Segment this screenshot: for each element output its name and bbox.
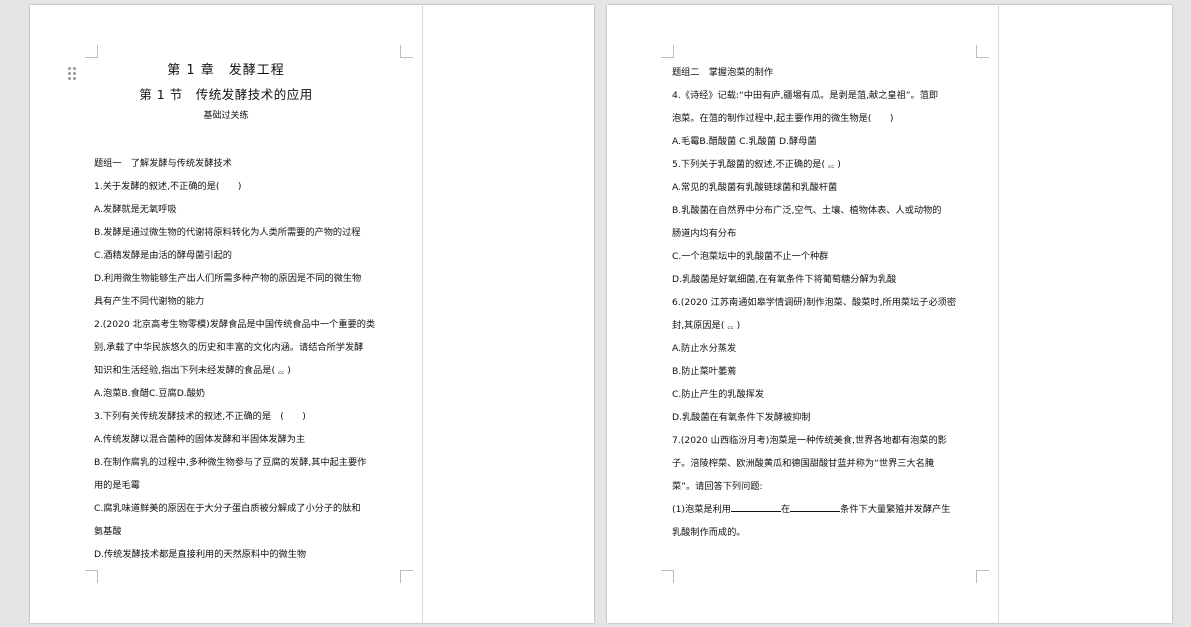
text-line: C.酒精发酵是由活的酵母菌引起的 [94, 250, 232, 261]
margin-corner-mark [400, 45, 413, 58]
text-line: D.传统发酵技术都是直接利用的天然原料中的微生物 [94, 549, 307, 560]
margin-corner-mark [661, 570, 674, 583]
q7-prefix: (1)泡菜是利用 [672, 504, 731, 515]
text-line: 题组一 了解发酵与传统发酵技术 [94, 158, 232, 169]
text-line: A.传统发酵以混合菌种的固体发酵和半固体发酵为主 [94, 434, 306, 445]
margin-corner-mark [661, 45, 674, 58]
document-page-1: 第 1 章 发酵工程 第 1 节 传统发酵技术的应用 基础过关练 题组一 了解发… [30, 5, 594, 623]
page-2-body-text[interactable]: 题组二 掌握泡菜的制作 4.《诗经》记载:“中田有庐,疆埸有瓜。是剥是菹,献之皇… [672, 61, 984, 544]
text-line: 别,承载了中华民族悠久的历史和丰富的文化内涵。请结合所学发酵 [94, 342, 364, 353]
document-page-2: 题组二 掌握泡菜的制作 4.《诗经》记载:“中田有庐,疆埸有瓜。是剥是菹,献之皇… [607, 5, 1172, 623]
margin-corner-mark [85, 45, 98, 58]
text-line: B.乳酸菌在自然界中分布广泛,空气、土壤、植物体表、人或动物的 [672, 205, 942, 216]
text-line: 肠道内均有分布 [672, 228, 737, 239]
text-line: B.发酵是通过微生物的代谢将原料转化为人类所需要的产物的过程 [94, 227, 361, 238]
page-margin-guide [998, 5, 999, 623]
text-line: B.在制作腐乳的过程中,多种微生物参与了豆腐的发酵,其中起主要作 [94, 457, 367, 468]
text-line: 菜”。请回答下列问题: [672, 481, 763, 492]
page-1-body-text[interactable]: 题组一 了解发酵与传统发酵技术 1.关于发酵的叙述,不正确的是( ) A.发酵就… [94, 152, 406, 566]
text-line: 泡菜。在菹的制作过程中,起主要作用的微生物是( ) [672, 113, 894, 124]
text-line: D.乳酸菌是好氧细菌,在有氧条件下将葡萄糖分解为乳酸 [672, 274, 897, 285]
text-line: 知识和生活经验,指出下列未经发酵的食品是( ꜀꜀ ) [94, 365, 291, 376]
text-line: 氨基酸 [94, 526, 122, 537]
text-line: 2.(2020 北京高考生物零模)发酵食品是中国传统食品中一个重要的类 [94, 319, 376, 330]
text-line: C.一个泡菜坛中的乳酸菌不止一个种群 [672, 251, 829, 262]
text-line: A.防止水分蒸发 [672, 343, 737, 354]
text-line: B.防止菜叶萎蔫 [672, 366, 737, 377]
margin-corner-mark [976, 45, 989, 58]
text-line: A.常见的乳酸菌有乳酸链球菌和乳酸杆菌 [672, 182, 838, 193]
text-line: 7.(2020 山西临汾月考)泡菜是一种传统美食,世界各地都有泡菜的影 [672, 435, 947, 446]
text-line: A.发酵就是无氧呼吸 [94, 204, 177, 215]
text-line: 子。涪陵榨菜、欧洲酸黄瓜和德国甜酸甘蓝并称为“世界三大名腌 [672, 458, 935, 469]
text-line: 封,其原因是( ꜀꜀ ) [672, 320, 741, 331]
text-line: D.乳酸菌在有氧条件下发酵被抑制 [672, 412, 811, 423]
chapter-title: 第 1 章 发酵工程 [167, 63, 285, 78]
text-line: 用的是毛霉 [94, 480, 140, 491]
text-line: 具有产生不同代谢物的能力 [94, 296, 205, 307]
sub-title: 基础过关练 [203, 111, 249, 121]
text-line: C.腐乳味道鲜美的原因在于大分子蛋白质被分解成了小分子的肽和 [94, 503, 361, 514]
text-line: 5.下列关于乳酸菌的叙述,不正确的是( ꜀꜀ ) [672, 159, 841, 170]
q7-suffix: 条件下大量繁殖并发酵产生 [840, 504, 951, 515]
text-line: D.利用微生物能够生产出人们所需多种产物的原因是不同的微生物 [94, 273, 362, 284]
text-line: 6.(2020 江苏南通如皋学情调研)制作泡菜、酸菜时,所用菜坛子必须密 [672, 297, 957, 308]
margin-corner-mark [400, 570, 413, 583]
margin-corner-mark [85, 570, 98, 583]
fill-in-question-line: (1)泡菜是利用 在 条件下大量繁殖并发酵产生 [672, 498, 984, 521]
q7-middle: 在 [780, 504, 791, 515]
margin-corner-mark [976, 570, 989, 583]
answer-blank[interactable] [730, 503, 781, 512]
text-line: 4.《诗经》记载:“中田有庐,疆埸有瓜。是剥是菹,献之皇祖”。菹即 [672, 90, 939, 101]
text-line: 3.下列有关传统发酵技术的叙述,不正确的是 ( ) [94, 411, 306, 422]
text-line: A.泡菜B.食醋C.豆腐D.酸奶 [94, 388, 206, 399]
answer-blank[interactable] [790, 503, 841, 512]
section-title: 第 1 节 传统发酵技术的应用 [139, 87, 313, 102]
text-line: 1.关于发酵的叙述,不正确的是( ) [94, 181, 242, 192]
text-line: C.防止产生的乳酸挥发 [672, 389, 765, 400]
text-line: 题组二 掌握泡菜的制作 [672, 67, 774, 78]
page-margin-guide [422, 5, 423, 623]
text-line: A.毛霉B.醋酸菌 C.乳酸菌 D.酵母菌 [672, 136, 817, 147]
text-line: 乳酸制作而成的。 [672, 527, 746, 538]
